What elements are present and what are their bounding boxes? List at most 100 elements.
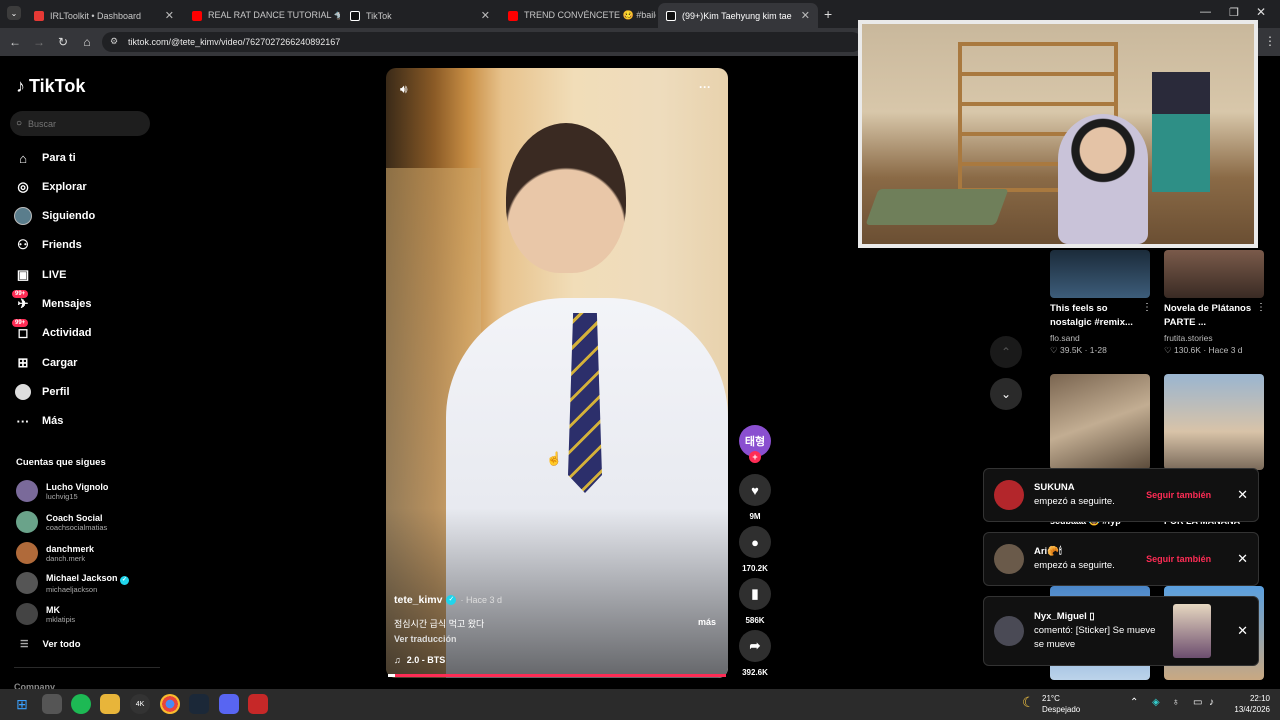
heart-icon: ♥ bbox=[739, 474, 771, 506]
recommended-thumbnail[interactable] bbox=[1050, 374, 1150, 470]
recommended-options-icon[interactable]: ⋮ bbox=[1256, 302, 1266, 313]
file-explorer-icon[interactable] bbox=[100, 694, 120, 714]
comment-notification[interactable]: Nyx_Miguel ▯ comentó: [Sticker] Se mueve … bbox=[983, 596, 1259, 666]
microphone-icon[interactable]: ♁ bbox=[1172, 697, 1180, 708]
follow-notification[interactable]: SUKUNA empezó a seguirte. Seguir también … bbox=[983, 468, 1259, 522]
account-username: danch.merk bbox=[46, 553, 86, 563]
account-name: MK bbox=[46, 604, 60, 615]
close-window-button[interactable]: ✕ bbox=[1256, 5, 1266, 19]
back-arrow-icon[interactable]: ← bbox=[6, 32, 24, 52]
sidebar-item-friends[interactable]: ⚇ Friends bbox=[14, 234, 82, 256]
video-music[interactable]: ♫ 2.0 - BTS bbox=[394, 655, 445, 665]
tab-title: REAL RAT DANCE TUTORIAL 🐀 bbox=[208, 10, 340, 20]
search-input[interactable] bbox=[28, 118, 139, 129]
search-box[interactable]: ○ bbox=[10, 111, 150, 136]
home-icon[interactable]: ⌂ bbox=[78, 32, 96, 52]
new-tab-button[interactable]: + bbox=[824, 6, 832, 22]
close-tab-icon[interactable]: ✕ bbox=[801, 9, 810, 22]
activity-icon: ◻ 99+ bbox=[12, 319, 32, 342]
close-tab-icon[interactable]: ✕ bbox=[165, 9, 174, 22]
follow-notification[interactable]: Ari🥐🕯 empezó a seguirte. Seguir también ✕ bbox=[983, 532, 1259, 586]
chrome-icon[interactable] bbox=[160, 694, 180, 714]
recommended-item[interactable]: This feels so nostalgic #remix... flo.sa… bbox=[1050, 302, 1142, 356]
spotify-icon[interactable] bbox=[71, 694, 91, 714]
live-icon: ▣ bbox=[16, 267, 30, 282]
recommended-thumbnail[interactable] bbox=[1164, 250, 1264, 298]
follow-back-button[interactable]: Seguir también bbox=[1146, 490, 1211, 500]
sidebar-item-mas[interactable]: ··· Más bbox=[14, 410, 64, 432]
browser-tab[interactable]: TikTok ✕ bbox=[342, 3, 498, 28]
video-author[interactable]: tete_kimv bbox=[394, 594, 442, 606]
tab-search-button[interactable]: ⌄ bbox=[7, 6, 21, 20]
forward-arrow-icon[interactable]: → bbox=[30, 32, 48, 52]
recommended-likes: 39.5K bbox=[1060, 345, 1083, 355]
volume-icon[interactable]: 🔊︎ bbox=[400, 82, 408, 97]
taskbar-app-icon[interactable] bbox=[248, 694, 268, 714]
sidebar-item-explorar[interactable]: ◎ Explorar bbox=[14, 176, 86, 198]
browser-tab-active[interactable]: (99+)Kim Taehyung kim tae ✕ bbox=[658, 3, 818, 28]
creator-avatar-button[interactable]: 태형 + bbox=[739, 425, 771, 463]
upload-icon: ⊞ bbox=[17, 355, 29, 370]
close-icon[interactable]: ✕ bbox=[1237, 487, 1248, 503]
followed-account[interactable]: danchmerk danch.merk bbox=[16, 542, 94, 564]
recommended-thumbnail[interactable] bbox=[1050, 250, 1150, 298]
video-progress-track[interactable] bbox=[388, 674, 726, 677]
video-more-button[interactable]: más bbox=[698, 617, 716, 627]
tray-shield-icon[interactable]: ◈ bbox=[1152, 697, 1160, 708]
sidebar-item-mensajes[interactable]: ✈ 99+ Mensajes bbox=[12, 290, 92, 315]
windows-start-icon[interactable]: ⊞ bbox=[12, 694, 32, 714]
followed-account[interactable]: Lucho Vignolo luchvig15 bbox=[16, 480, 108, 502]
close-icon[interactable]: ✕ bbox=[1237, 623, 1248, 639]
follow-plus-icon[interactable]: + bbox=[749, 451, 761, 463]
browser-tab[interactable]: IRLToolkit • Dashboard ✕ bbox=[26, 3, 182, 28]
sidebar-item-cargar[interactable]: ⊞ Cargar bbox=[14, 352, 78, 374]
close-icon[interactable]: ✕ bbox=[1237, 551, 1248, 567]
steam-icon[interactable] bbox=[189, 694, 209, 714]
network-icon[interactable]: ▭ bbox=[1193, 697, 1202, 708]
recommended-item[interactable]: Novela de Plátanos PARTE ... frutita.sto… bbox=[1164, 302, 1256, 356]
address-bar[interactable]: tiktok.com/@tete_kimv/video/762702726624… bbox=[102, 32, 862, 52]
video-author-row: tete_kimv ✓ · Hace 3 d bbox=[394, 594, 502, 606]
discord-icon[interactable] bbox=[219, 694, 239, 714]
recommended-options-icon[interactable]: ⋮ bbox=[1142, 302, 1152, 313]
sidebar-item-para-ti[interactable]: ⌂ Para ti bbox=[14, 147, 76, 169]
followed-account[interactable]: Michael Jackson ✓ michaeljackson bbox=[16, 572, 130, 594]
close-tab-icon[interactable]: ✕ bbox=[481, 9, 490, 22]
video-player[interactable] bbox=[386, 68, 728, 678]
minimize-button[interactable]: — bbox=[1200, 6, 1211, 18]
browser-menu-icon[interactable]: ⋮ bbox=[1264, 34, 1276, 48]
tiktok-logo[interactable]: ♪ TikTok bbox=[16, 76, 85, 97]
save-button[interactable]: ▮ 586K bbox=[739, 578, 771, 625]
restore-button[interactable]: ❐ bbox=[1229, 6, 1239, 19]
4k-app-icon[interactable]: 4K bbox=[130, 694, 150, 714]
see-all-link[interactable]: ☰ Ver todo bbox=[20, 639, 81, 650]
follow-back-button[interactable]: Seguir también bbox=[1146, 554, 1211, 564]
followed-account[interactable]: MK mklatipis bbox=[16, 603, 75, 625]
like-button[interactable]: ♥ 9M bbox=[739, 474, 771, 521]
irltoolkit-icon bbox=[34, 10, 44, 21]
comment-button[interactable]: ● 170.2K bbox=[739, 526, 771, 573]
share-icon: ➦ bbox=[739, 630, 771, 662]
sidebar-item-perfil[interactable]: Perfil bbox=[14, 381, 70, 403]
translate-link[interactable]: Ver traducción bbox=[394, 634, 457, 644]
recommended-thumbnail[interactable] bbox=[1164, 374, 1264, 470]
reload-icon[interactable]: ↻ bbox=[54, 32, 72, 52]
tab-title: (99+)Kim Taehyung kim tae bbox=[682, 10, 792, 21]
weather-widget[interactable]: 21°C Despejado bbox=[1042, 693, 1080, 715]
next-video-button[interactable]: ⌄ bbox=[990, 378, 1022, 410]
system-clock[interactable]: 22:10 13/4/2026 bbox=[1230, 693, 1270, 715]
sidebar-item-live[interactable]: ▣ LIVE bbox=[14, 264, 67, 286]
video-options-icon[interactable]: ··· bbox=[699, 80, 711, 94]
sidebar-item-actividad[interactable]: ◻ 99+ Actividad bbox=[12, 319, 92, 344]
browser-tab[interactable]: REAL RAT DANCE TUTORIAL 🐀✕ bbox=[184, 3, 340, 28]
share-button[interactable]: ➦ 392.6K bbox=[739, 630, 771, 677]
video-caption: 점심시간 급식 먹고 왔다 bbox=[394, 619, 485, 629]
sidebar-item-siguiendo[interactable]: Siguiendo bbox=[14, 205, 95, 227]
taskbar-app-icon[interactable] bbox=[42, 694, 62, 714]
followed-account[interactable]: Coach Social coachsocialmatias bbox=[16, 511, 107, 533]
tray-chevron-icon[interactable]: ⌃ bbox=[1130, 697, 1138, 708]
browser-tab[interactable]: TREND CONVÉNCETE 🥴 #baile✕ bbox=[500, 3, 656, 28]
speaker-icon[interactable]: ♪ bbox=[1209, 697, 1214, 708]
previous-video-button[interactable]: ⌃ bbox=[990, 336, 1022, 368]
site-info-icon[interactable]: ⚙ bbox=[110, 36, 118, 47]
